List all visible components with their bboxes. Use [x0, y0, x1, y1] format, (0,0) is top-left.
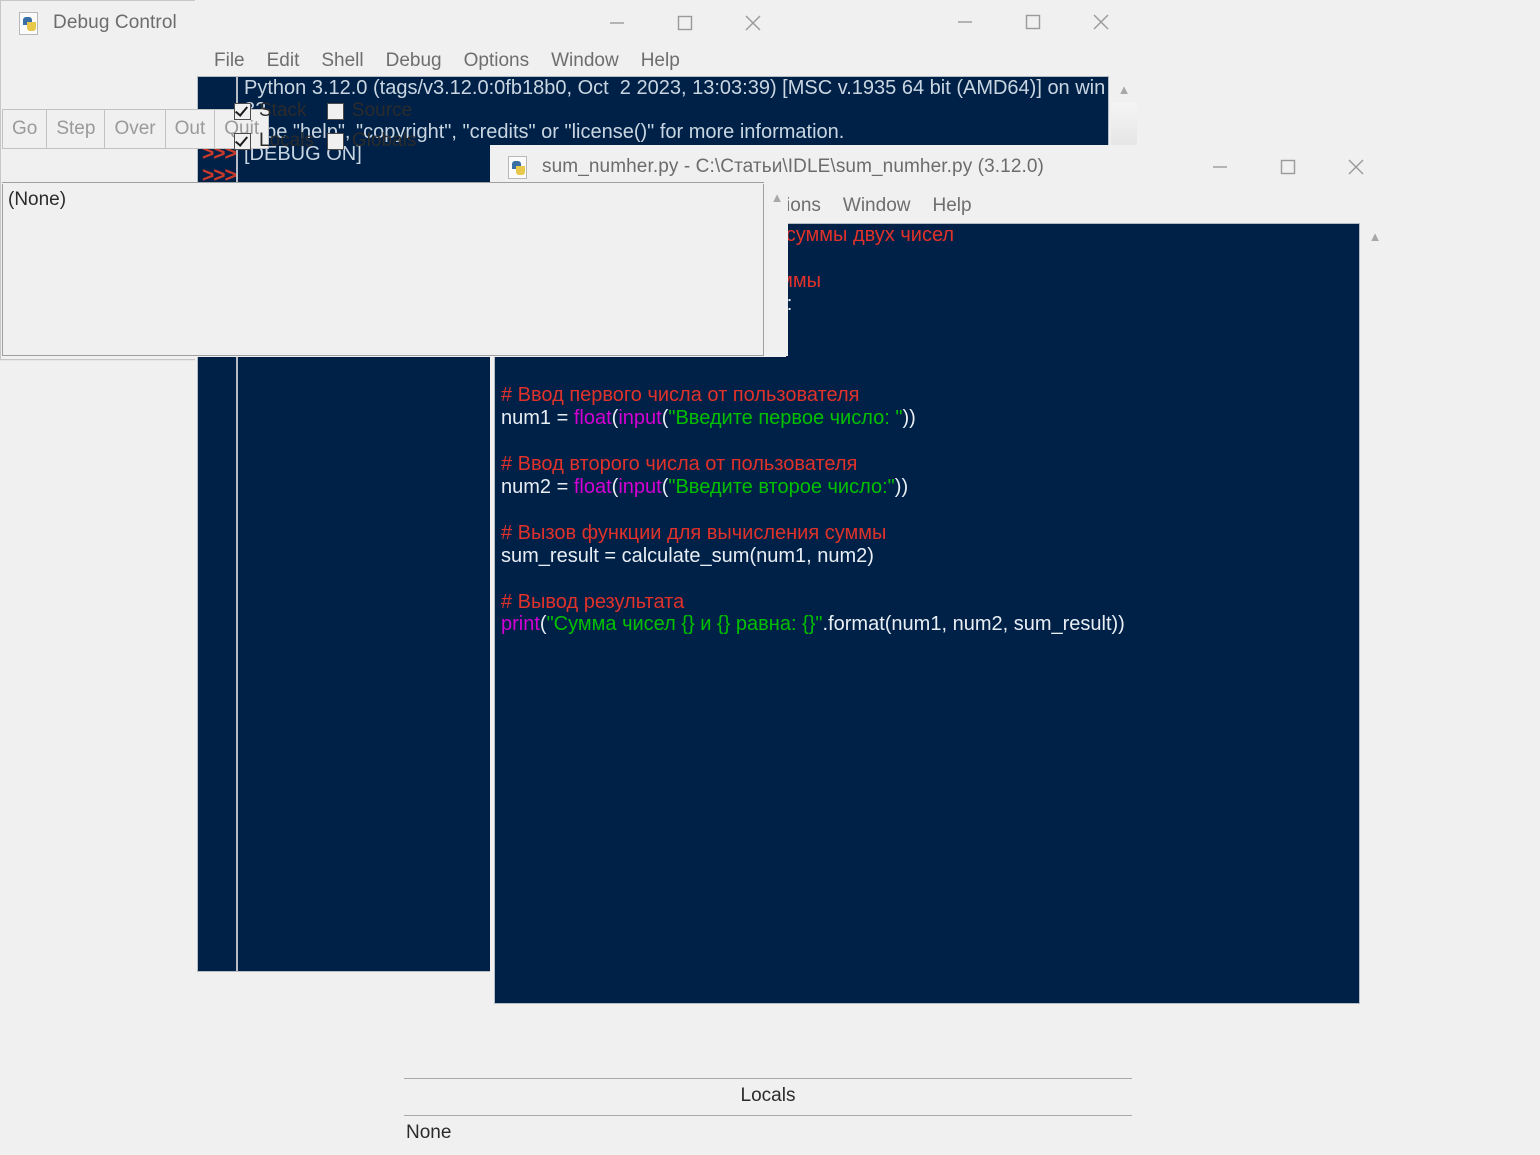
code-line: # Ввод второго числа от пользователя	[495, 453, 1359, 476]
code-token: "Введите первое число: "	[668, 407, 902, 429]
go-button[interactable]: Go	[3, 110, 47, 148]
debug-view-options: Stack Source Locals Globals	[234, 100, 416, 152]
minimize-icon[interactable]	[583, 1, 651, 45]
code-token: "Введите второе число:"	[668, 476, 894, 498]
code-token: num2 =	[501, 476, 574, 498]
locals-checkbox[interactable]: Locals	[234, 130, 314, 152]
close-icon[interactable]	[1067, 0, 1135, 44]
source-checkbox-label: Source	[352, 100, 412, 122]
maximize-icon[interactable]	[1254, 145, 1322, 189]
code-line	[495, 568, 1359, 591]
code-line: # Вызов функции для вычисления суммы	[495, 522, 1359, 545]
editor-vertical-scrollbar[interactable]: ▲	[1362, 223, 1388, 1004]
code-token: .format(num1, num2, sum_result))	[823, 613, 1125, 635]
code-line	[495, 361, 1359, 384]
checkbox-unchecked-icon[interactable]	[327, 103, 344, 120]
code-token: # Вывод результата	[501, 591, 684, 613]
code-token: print	[501, 613, 540, 635]
code-token: ))	[895, 476, 908, 498]
checkbox-checked-icon[interactable]	[234, 103, 251, 120]
out-button[interactable]: Out	[166, 110, 216, 148]
stack-checkbox-label: Stack	[259, 100, 307, 122]
debug-window-buttons	[583, 1, 787, 45]
code-line	[495, 430, 1359, 453]
minimize-icon[interactable]	[1186, 145, 1254, 189]
debug-titlebar[interactable]: Debug Control	[1, 1, 787, 45]
code-line: print("Сумма чисел {} и {} равна: {}".fo…	[495, 613, 1359, 636]
code-token: float	[574, 476, 612, 498]
locals-checkbox-label: Locals	[259, 130, 314, 152]
over-button[interactable]: Over	[105, 110, 165, 148]
code-token: # Ввод первого числа от пользователя	[501, 384, 859, 406]
maximize-icon[interactable]	[999, 0, 1067, 44]
locals-bottom-rule	[404, 1115, 1132, 1116]
code-token: "Сумма чисел {} и {} равна: {}"	[547, 613, 823, 635]
editor-window-buttons	[1186, 145, 1390, 189]
scroll-up-icon[interactable]: ▲	[1362, 223, 1388, 249]
globals-checkbox-label: Globals	[352, 130, 416, 152]
stack-vertical-scrollbar[interactable]: ▲	[764, 184, 788, 356]
debug-button-row: Go Step Over Out Quit	[2, 109, 269, 149]
code-line: num2 = float(input("Введите второе число…	[495, 476, 1359, 499]
code-line: sum_result = calculate_sum(num1, num2)	[495, 545, 1359, 568]
stack-entry: (None)	[3, 184, 763, 211]
code-line: # Ввод первого числа от пользователя	[495, 384, 1359, 407]
debug-stack-pane: (None) ▲	[2, 182, 786, 357]
code-token: sum_result = calculate_sum(num1, num2)	[501, 545, 874, 567]
pane-divider	[2, 182, 764, 183]
editor-menu-help[interactable]: Help	[921, 195, 982, 217]
code-token: num1 =	[501, 407, 574, 429]
locals-top-rule	[404, 1078, 1132, 1079]
close-icon[interactable]	[719, 1, 787, 45]
code-line: num1 = float(input("Введите первое число…	[495, 407, 1359, 430]
globals-checkbox[interactable]: Globals	[327, 130, 416, 152]
editor-menu-window[interactable]: Window	[832, 195, 922, 217]
scroll-up-icon[interactable]: ▲	[1111, 76, 1137, 102]
close-icon[interactable]	[1322, 145, 1390, 189]
locals-value: None	[406, 1122, 451, 1144]
desktop-background: IDLE Shell 3.12.0 File Edit Shell Debug …	[0, 0, 1540, 1155]
debug-toolbar: Go Step Over Out Quit Stack Source Local…	[0, 48, 788, 178]
code-token: # Вызов функции для вычисления суммы	[501, 522, 886, 544]
scroll-up-icon[interactable]: ▲	[764, 184, 790, 210]
code-token: input	[618, 407, 661, 429]
debug-title-text: Debug Control	[53, 12, 177, 34]
source-checkbox[interactable]: Source	[327, 100, 416, 122]
checkbox-checked-icon[interactable]	[234, 133, 251, 150]
checkbox-unchecked-icon[interactable]	[327, 133, 344, 150]
code-token: # Ввод второго числа от пользователя	[501, 453, 857, 475]
code-token: (	[540, 613, 547, 635]
maximize-icon[interactable]	[651, 1, 719, 45]
code-token: ))	[902, 407, 915, 429]
shell-window-buttons	[931, 0, 1135, 44]
stack-list[interactable]: (None)	[2, 184, 764, 356]
locals-panel: Locals None	[404, 1078, 1132, 1155]
locals-title: Locals	[404, 1085, 1132, 1107]
code-token: input	[618, 476, 661, 498]
stack-checkbox[interactable]: Stack	[234, 100, 314, 122]
minimize-icon[interactable]	[931, 0, 999, 44]
code-line	[495, 499, 1359, 522]
python-file-icon	[19, 12, 41, 34]
code-line: # Вывод результата	[495, 591, 1359, 614]
code-token: float	[574, 407, 612, 429]
step-button[interactable]: Step	[47, 110, 105, 148]
